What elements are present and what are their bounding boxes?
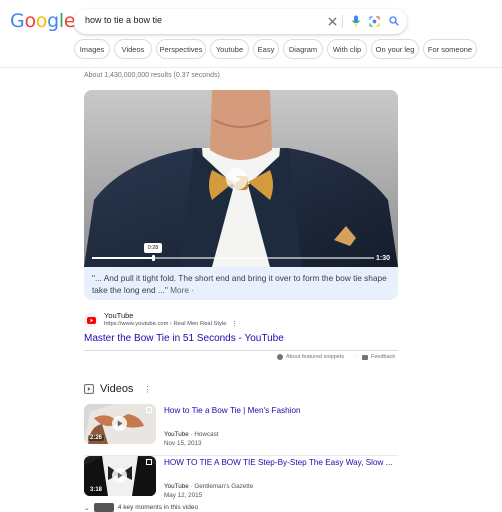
google-logo[interactable]: Google [10, 10, 76, 32]
key-moments-toggle[interactable]: ⌄ 4 key moments in this video [84, 503, 198, 512]
progress-bar[interactable] [92, 257, 374, 259]
key-moment-thumbnail [93, 503, 114, 512]
mic-icon[interactable] [348, 13, 364, 29]
video-section-icon [84, 384, 94, 394]
header: Google how to tie a bow tie Images Video… [0, 0, 502, 68]
videos-section-header: Videos ⋮ [84, 382, 151, 396]
expand-icon [146, 407, 152, 413]
video-date: Nov 15, 2013 [164, 440, 202, 447]
featured-video-card[interactable]: 0:28 1:30 "... And pull it tight fold. T… [84, 90, 398, 300]
video-meta: YouTube · Gentleman's Gazette May 12, 20… [164, 482, 253, 500]
source-url: https://www.youtube.com › Real Men Real … [104, 321, 227, 327]
video-date: May 12, 2015 [164, 492, 203, 499]
logo-letter: g [47, 10, 59, 32]
chip-videos[interactable]: Videos [114, 39, 152, 59]
expand-icon [146, 459, 152, 465]
video-thumbnail[interactable]: 2:26 [84, 404, 156, 444]
result-stats: About 1,430,000,000 results (0.37 second… [84, 72, 220, 79]
video-duration: 1:30 [375, 255, 390, 262]
search-divider [342, 15, 343, 28]
video-source: YouTube [164, 431, 189, 438]
chevron-down-icon: ⌄ [84, 504, 90, 512]
chip-easy[interactable]: Easy [253, 39, 279, 59]
video-channel: · Gentleman's Gazette [190, 483, 254, 490]
video-duration: 3:18 [88, 487, 105, 493]
chip-on-your-leg[interactable]: On your leg [371, 39, 419, 59]
featured-result-title[interactable]: Master the Bow Tie in 51 Seconds - YouTu… [84, 333, 284, 344]
key-moments-label: 4 key moments in this video [117, 504, 199, 511]
video-title[interactable]: HOW TO TIE A BOW TIE Step-By-Step The Ea… [164, 458, 393, 467]
play-icon[interactable] [226, 168, 248, 190]
logo-letter: o [35, 10, 48, 32]
lens-icon[interactable] [366, 13, 382, 29]
chip-with-clip[interactable]: With clip [327, 39, 367, 59]
video-thumbnail[interactable]: 3:18 [84, 456, 156, 496]
videos-more-icon[interactable]: ⋮ [143, 385, 151, 394]
video-title[interactable]: How to Tie a Bow Tie | Men's Fashion [164, 406, 301, 415]
chip-youtube[interactable]: Youtube [210, 39, 249, 59]
logo-letter: o [24, 10, 36, 32]
about-label: About featured snippets [286, 354, 345, 360]
clear-icon[interactable] [324, 13, 340, 29]
chip-for-someone[interactable]: For someone [423, 39, 477, 59]
more-options-icon[interactable]: ⋮ [231, 320, 238, 328]
video-channel: · Howcast [190, 431, 219, 438]
play-icon[interactable] [112, 468, 127, 483]
scrub-time: 0:28 [144, 243, 162, 253]
scrub-handle[interactable] [152, 255, 155, 261]
chip-perspectives[interactable]: Perspectives [156, 39, 206, 59]
feedback-link[interactable]: Feedback [362, 354, 395, 360]
video-source: YouTube [164, 483, 189, 490]
question-icon [277, 354, 283, 360]
source-name: YouTube [104, 311, 134, 320]
snippet-footer: About featured snippets · Feedback [84, 350, 398, 364]
feedback-icon [362, 354, 368, 360]
caption-text: "... And pull it tight fold. The short e… [92, 273, 387, 295]
featured-source: YouTube https://www.youtube.com › Real M… [84, 311, 404, 351]
video-thumbnail[interactable]: 0:28 1:30 [84, 90, 398, 267]
about-featured-snippets[interactable]: About featured snippets [277, 354, 344, 360]
logo-letter: G [10, 10, 25, 32]
transcript-caption: "... And pull it tight fold. The short e… [92, 272, 392, 296]
progress-fill [92, 257, 155, 259]
video-result[interactable]: 2:26 How to Tie a Bow Tie | Men's Fashio… [84, 404, 398, 456]
video-duration: 2:26 [88, 435, 105, 441]
video-meta: YouTube · Howcast Nov 15, 2013 [164, 430, 219, 448]
chip-images[interactable]: Images [74, 39, 110, 59]
video-result[interactable]: 3:18 HOW TO TIE A BOW TIE Step-By-Step T… [84, 456, 398, 502]
play-icon[interactable] [112, 416, 127, 431]
search-icon[interactable] [386, 13, 402, 29]
chip-diagram[interactable]: Diagram [283, 39, 323, 59]
footer-separator: · [354, 354, 356, 360]
videos-heading: Videos [100, 383, 134, 395]
feedback-label: Feedback [371, 354, 396, 360]
more-link[interactable]: More · [170, 285, 194, 295]
youtube-favicon-icon [84, 313, 98, 327]
search-box[interactable]: how to tie a bow tie [74, 9, 407, 34]
search-input[interactable]: how to tie a bow tie [85, 15, 162, 25]
